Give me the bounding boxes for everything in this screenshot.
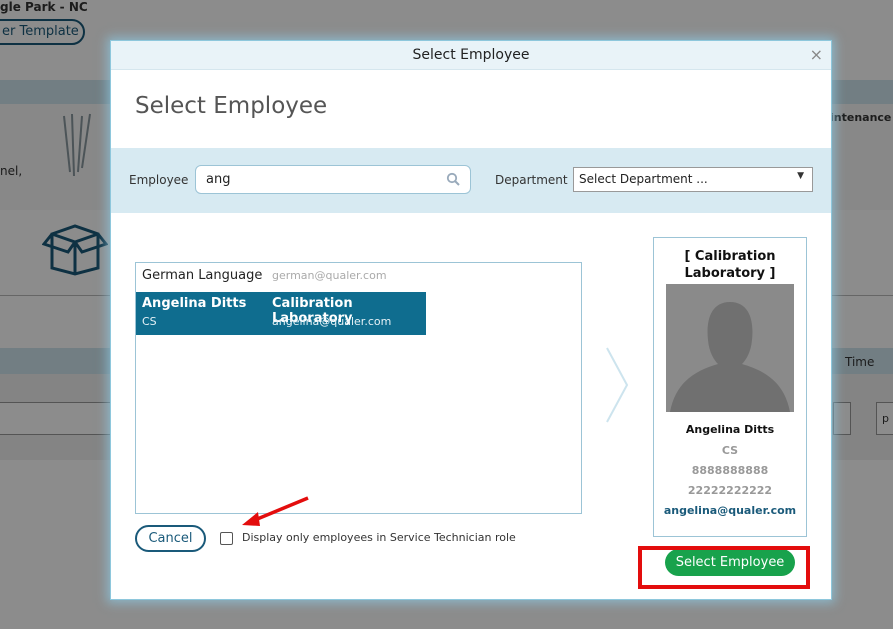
employee-email: angelina@qualer.com xyxy=(272,315,392,328)
card-email: angelina@qualer.com xyxy=(663,504,797,517)
chevron-down-icon: ▼ xyxy=(797,171,804,181)
card-name: Angelina Ditts xyxy=(685,423,775,436)
modal-title: Select Employee xyxy=(412,47,530,63)
employee-detail-card: [ Calibration Laboratory ] Angelina Ditt… xyxy=(653,237,807,537)
service-technician-checkbox-label[interactable]: Display only employees in Service Techni… xyxy=(242,531,516,544)
list-item[interactable]: German Language german@qualer.com xyxy=(136,263,426,291)
highlight-box xyxy=(638,546,810,589)
cancel-button[interactable]: Cancel xyxy=(135,525,206,552)
employee-role: CS xyxy=(142,315,157,328)
employee-label: Employee xyxy=(129,173,189,187)
employee-search-input[interactable]: ang xyxy=(195,165,471,194)
avatar xyxy=(666,284,794,412)
select-employee-modal: Select Employee × Select Employee Employ… xyxy=(110,40,832,600)
service-technician-checkbox[interactable] xyxy=(220,532,233,545)
list-item-selected[interactable]: Angelina Ditts CS Calibration Laboratory… xyxy=(136,292,426,335)
department-select-value: Select Department ... xyxy=(579,172,708,186)
modal-titlebar: Select Employee × xyxy=(111,41,831,70)
department-label: Department xyxy=(495,173,568,187)
employee-name: German Language xyxy=(142,268,263,283)
card-role: CS xyxy=(721,444,739,457)
department-select[interactable]: Select Department ... ▼ xyxy=(573,167,813,192)
modal-heading: Select Employee xyxy=(135,93,328,119)
employee-search-value: ang xyxy=(206,172,231,187)
card-phone-secondary: 22222222222 xyxy=(687,484,773,497)
close-icon[interactable]: × xyxy=(810,41,823,69)
employee-list[interactable]: German Language german@qualer.com Angeli… xyxy=(135,262,582,514)
annotation-arrow-icon xyxy=(242,496,309,526)
employee-name: Angelina Ditts xyxy=(142,296,247,311)
card-phone: 8888888888 xyxy=(691,464,769,477)
search-icon[interactable] xyxy=(446,172,460,186)
employee-email: german@qualer.com xyxy=(272,269,387,282)
card-department: [ Calibration Laboratory ] xyxy=(684,249,776,281)
filter-bar: Employee ang Department Select Departmen… xyxy=(111,148,831,213)
chevron-right-icon xyxy=(606,347,629,423)
person-silhouette-icon xyxy=(666,284,794,412)
